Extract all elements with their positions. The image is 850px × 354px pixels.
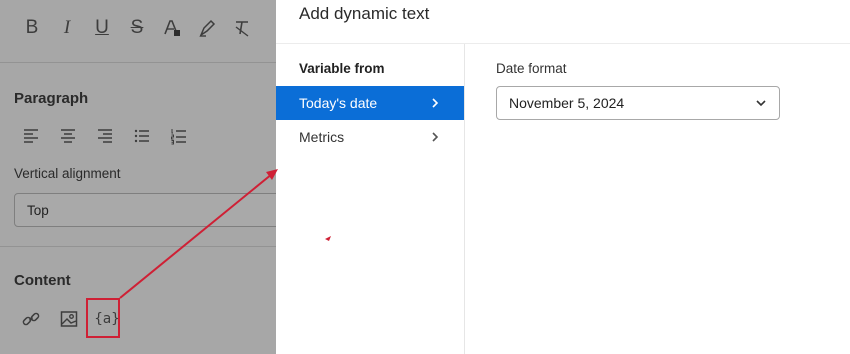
align-right-icon[interactable] — [96, 127, 114, 145]
add-dynamic-text-panel: Add dynamic text Variable from Today's d… — [276, 0, 850, 354]
strike-glyph: S — [130, 17, 144, 38]
content-title: Content — [14, 272, 71, 289]
toolbar-divider — [0, 62, 276, 63]
dynamic-text-highlight-box — [86, 298, 120, 338]
underline-glyph: U — [95, 17, 109, 38]
vertical-alignment-select[interactable]: Top — [14, 193, 289, 227]
variable-item-metrics[interactable]: Metrics — [276, 120, 464, 154]
link-icon[interactable] — [20, 308, 42, 330]
date-format-select[interactable]: November 5, 2024 — [496, 86, 780, 120]
paragraph-controls — [22, 127, 188, 145]
strikethrough-icon[interactable]: S — [125, 16, 149, 40]
paragraph-title: Paragraph — [14, 90, 89, 107]
clear-format-icon[interactable] — [230, 16, 254, 40]
panel-title: Add dynamic text — [299, 4, 430, 23]
variable-from-title: Variable from — [299, 61, 385, 76]
italic-icon[interactable]: I — [55, 16, 79, 40]
align-center-icon[interactable] — [59, 127, 77, 145]
vertical-alignment-label: Vertical alignment — [14, 166, 121, 181]
italic-glyph: I — [63, 17, 71, 38]
align-left-icon[interactable] — [22, 127, 40, 145]
format-toolbar: B I U S — [20, 16, 254, 40]
chevron-down-icon — [756, 100, 766, 107]
bold-glyph: B — [25, 17, 39, 38]
variable-item-label: Today's date — [299, 95, 378, 111]
date-format-value: November 5, 2024 — [509, 95, 625, 111]
underline-icon[interactable]: U — [90, 16, 114, 40]
bullet-list-icon[interactable] — [133, 127, 151, 145]
numbered-list-icon[interactable] — [170, 127, 188, 145]
chevron-right-icon — [432, 132, 439, 142]
variable-item-label: Metrics — [299, 129, 345, 145]
image-icon[interactable] — [58, 308, 80, 330]
editor-sidebar: B I U S Paragraph Vertical alignment Top… — [0, 0, 289, 354]
highlight-icon[interactable] — [195, 16, 219, 40]
bold-icon[interactable]: B — [20, 16, 44, 40]
paragraph-divider — [0, 246, 276, 247]
variable-item-todays-date[interactable]: Today's date — [276, 86, 464, 120]
date-format-label: Date format — [496, 61, 567, 76]
column-divider — [464, 44, 465, 354]
panel-header-divider — [276, 43, 850, 44]
chevron-right-icon — [432, 98, 439, 108]
text-color-icon[interactable] — [160, 16, 184, 40]
